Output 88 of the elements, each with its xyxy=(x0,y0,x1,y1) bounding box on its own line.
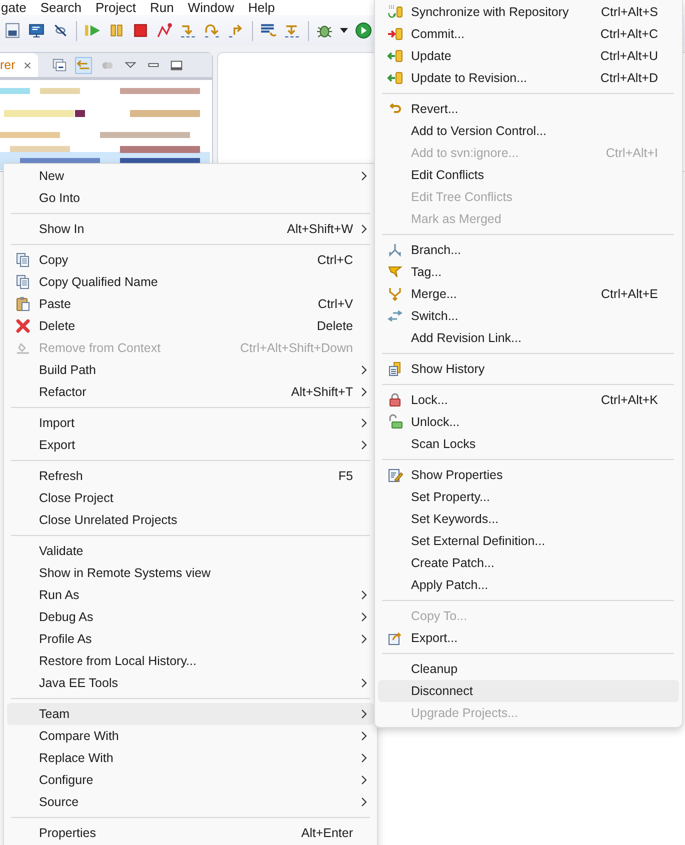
menu-item[interactable]: Show in Remote Systems view xyxy=(7,562,374,584)
resume-icon[interactable] xyxy=(84,22,101,39)
caret-icon[interactable] xyxy=(340,28,348,33)
stop-icon[interactable] xyxy=(132,22,149,39)
menu-item[interactable]: Copy Qualified Name xyxy=(7,271,374,293)
menu-item[interactable]: New xyxy=(7,165,374,187)
step-return-icon[interactable] xyxy=(228,22,245,39)
menu-item[interactable]: Refresh F5 xyxy=(7,465,374,487)
menu-item[interactable]: Validate xyxy=(7,540,374,562)
view-tab[interactable]: rer xyxy=(0,53,38,77)
menu-item[interactable]: Source xyxy=(7,791,374,813)
menu-item[interactable]: Show History xyxy=(378,358,679,380)
update-icon xyxy=(386,70,402,86)
collapse-all-icon[interactable] xyxy=(52,58,68,72)
menu-bar-item[interactable]: gate xyxy=(1,0,26,15)
step-over-icon[interactable] xyxy=(204,22,221,39)
menu-item[interactable]: Edit Conflicts xyxy=(378,164,679,186)
menu-item[interactable]: Update to Revision... Ctrl+Alt+D xyxy=(378,67,679,89)
menu-item[interactable]: Team xyxy=(7,703,374,725)
menu-item[interactable]: Paste Ctrl+V xyxy=(7,293,374,315)
menu-item[interactable]: Cleanup xyxy=(378,658,679,680)
menu-item[interactable]: Profile As xyxy=(7,628,374,650)
menu-item[interactable]: Tag... xyxy=(378,261,679,283)
menu-item[interactable]: Go Into xyxy=(7,187,374,209)
lock-icon xyxy=(386,392,402,408)
menu-item[interactable]: Configure xyxy=(7,769,374,791)
menu-bar-item[interactable]: Help xyxy=(248,0,275,15)
menu-item[interactable]: Export... xyxy=(378,627,679,649)
menu-item[interactable]: Run As xyxy=(7,584,374,606)
commit-icon xyxy=(386,26,402,42)
history-icon xyxy=(386,361,402,377)
menu-item[interactable]: Copy Ctrl+C xyxy=(7,249,374,271)
export-icon xyxy=(386,630,402,646)
pause-icon[interactable] xyxy=(108,22,125,39)
menu-item[interactable]: Properties Alt+Enter xyxy=(7,822,374,844)
monitor-icon[interactable] xyxy=(28,22,45,39)
menu-item[interactable]: Set Property... xyxy=(378,486,679,508)
menu-bar-item[interactable]: Search xyxy=(40,0,82,15)
clipboard-icon xyxy=(15,296,31,312)
documents-icon xyxy=(15,252,31,268)
menu-item[interactable]: Merge... Ctrl+Alt+E xyxy=(378,283,679,305)
menu-item[interactable]: Create Patch... xyxy=(378,552,679,574)
menu-item[interactable]: Switch... xyxy=(378,305,679,327)
menu-item[interactable]: Revert... xyxy=(378,98,679,120)
menu-item[interactable]: Export xyxy=(7,434,374,456)
menu-item[interactable]: Replace With xyxy=(7,747,374,769)
menu-item[interactable]: Set Keywords... xyxy=(378,508,679,530)
update-icon xyxy=(386,48,402,64)
merge-icon xyxy=(386,286,402,302)
menu-item[interactable]: Update Ctrl+Alt+U xyxy=(378,45,679,67)
menu-item[interactable]: Restore from Local History... xyxy=(7,650,374,672)
menu-item[interactable]: Set External Definition... xyxy=(378,530,679,552)
menu-bar-item[interactable]: Window xyxy=(188,0,234,15)
switch-icon xyxy=(386,308,402,324)
menu-item[interactable]: Build Path xyxy=(7,359,374,381)
menu-item[interactable]: Java EE Tools xyxy=(7,672,374,694)
disconnect-icon[interactable] xyxy=(156,22,173,39)
menu-item[interactable]: Commit... Ctrl+Alt+C xyxy=(378,23,679,45)
menu-item[interactable]: Refactor Alt+Shift+T xyxy=(7,381,374,403)
menu-item[interactable]: Delete Delete xyxy=(7,315,374,337)
unlock-icon xyxy=(386,414,402,430)
menu-item[interactable]: Debug As xyxy=(7,606,374,628)
flag-icon xyxy=(386,264,402,280)
menu-item[interactable]: Close Project xyxy=(7,487,374,509)
pencil-document-icon xyxy=(386,467,402,483)
run-icon[interactable] xyxy=(355,22,372,39)
menu-item[interactable]: Show In Alt+Shift+W xyxy=(7,218,374,240)
menu-item[interactable]: Lock... Ctrl+Alt+K xyxy=(378,389,679,411)
drop-frame-icon[interactable] xyxy=(260,22,277,39)
menu-item[interactable]: Synchronize with Repository Ctrl+Alt+S xyxy=(378,1,679,23)
menu-bar-item[interactable]: Run xyxy=(150,0,174,15)
delete-icon xyxy=(15,318,31,334)
menu-item[interactable]: Scan Locks xyxy=(378,433,679,455)
menu-item[interactable]: Branch... xyxy=(378,239,679,261)
menu-item[interactable]: Import xyxy=(7,412,374,434)
menu-item[interactable]: Close Unrelated Projects xyxy=(7,509,374,531)
menu-bar-item[interactable]: Project xyxy=(96,0,136,15)
menu-item[interactable]: Add to Version Control... xyxy=(378,120,679,142)
menu-item[interactable]: Show Properties xyxy=(378,464,679,486)
close-icon[interactable] xyxy=(23,60,32,70)
documents-icon xyxy=(15,274,31,290)
menu-item[interactable]: Add Revision Link... xyxy=(378,327,679,349)
menu-item[interactable]: Compare With xyxy=(7,725,374,747)
menu-item[interactable]: Apply Patch... xyxy=(378,574,679,596)
branch-icon xyxy=(386,242,402,258)
menu-item[interactable]: Disconnect xyxy=(378,680,679,702)
menu-item[interactable]: Unlock... xyxy=(378,411,679,433)
sync-icon xyxy=(386,4,402,20)
